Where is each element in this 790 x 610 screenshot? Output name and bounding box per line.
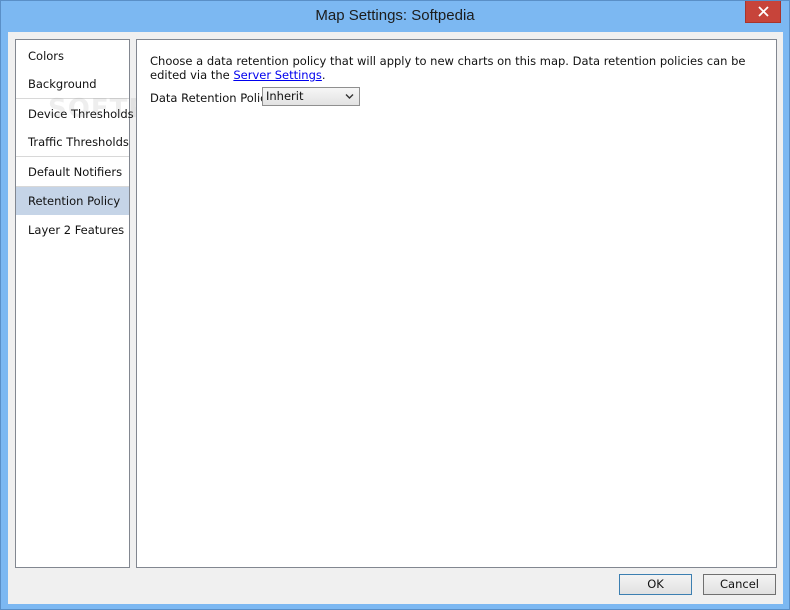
- cancel-button[interactable]: Cancel: [703, 574, 776, 595]
- description-end: .: [321, 68, 326, 82]
- retention-description: Choose a data retention policy that will…: [150, 54, 760, 82]
- nav-separator: [16, 98, 129, 99]
- map-settings-dialog: Map Settings: Softpedia Colors Backgroun…: [0, 0, 790, 610]
- settings-panel: Choose a data retention policy that will…: [136, 39, 777, 568]
- nav-item-retention-policy[interactable]: Retention Policy: [16, 187, 129, 215]
- retention-policy-label: Data Retention Policy:: [150, 91, 277, 105]
- close-button[interactable]: [745, 1, 781, 23]
- title-bar[interactable]: Map Settings: Softpedia: [1, 1, 789, 32]
- nav-item-traffic-thresholds[interactable]: Traffic Thresholds: [16, 128, 129, 156]
- retention-policy-dropdown[interactable]: Inherit: [262, 87, 360, 106]
- dialog-body: Colors Background Device Thresholds Traf…: [8, 32, 783, 604]
- server-settings-link[interactable]: Server Settings: [233, 68, 322, 82]
- chevron-down-icon: [345, 94, 354, 99]
- ok-button[interactable]: OK: [619, 574, 692, 595]
- window-title: Map Settings: Softpedia: [315, 7, 475, 24]
- nav-item-colors[interactable]: Colors: [16, 42, 129, 70]
- close-icon: [757, 6, 769, 17]
- nav-item-default-notifiers[interactable]: Default Notifiers: [16, 158, 129, 186]
- nav-item-layer-2-features[interactable]: Layer 2 Features: [16, 216, 129, 244]
- settings-nav: Colors Background Device Thresholds Traf…: [15, 39, 134, 568]
- retention-policy-value: Inherit: [266, 89, 304, 103]
- nav-item-device-thresholds[interactable]: Device Thresholds: [16, 100, 134, 128]
- nav-item-background[interactable]: Background: [16, 70, 129, 98]
- nav-separator: [16, 156, 129, 157]
